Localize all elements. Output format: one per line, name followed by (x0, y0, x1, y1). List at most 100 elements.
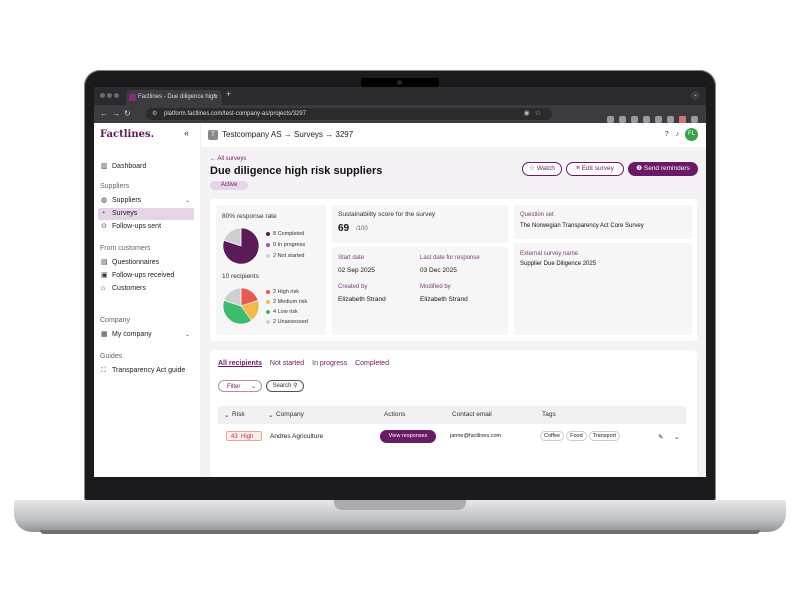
external-name-value: Supplier Due Diligence 2025 (520, 261, 597, 267)
sidebar-item-label: My company (112, 331, 152, 338)
url-text: platform.factlines.com/test-company-as/p… (164, 111, 307, 117)
sidebar-item-suppliers[interactable]: ◍ Suppliers ⌄ (98, 195, 194, 207)
sidebar-item-my-company[interactable]: ▦ My company ⌄ (98, 329, 194, 341)
bookmark-star-icon[interactable]: ◉☆ (524, 108, 546, 120)
tab-in-progress[interactable]: In progress (312, 360, 347, 367)
tag: Coffee (540, 431, 565, 441)
sidebar-group-guides: Guides (100, 353, 123, 360)
inbox-icon: ▣ (101, 272, 108, 279)
response-rate-label: 80% response rate (222, 213, 277, 220)
chevron-down-icon[interactable]: ⌄ (691, 91, 700, 100)
sidebar-item-label: Suppliers (112, 197, 142, 204)
view-responses-button[interactable]: View responses (380, 430, 436, 443)
site-info-icon[interactable]: ⚙ (152, 108, 157, 120)
sort-icon[interactable]: ⌄ (268, 411, 273, 419)
logo[interactable]: Factlines. (100, 129, 154, 140)
score-value: 69 (338, 223, 350, 234)
recipients-card: All recipients Not started In progress C… (210, 350, 697, 477)
question-set-panel: Question set The Norwegian Transparency … (514, 205, 692, 239)
close-icon[interactable]: × (214, 90, 218, 105)
risk-pie-chart (222, 287, 260, 325)
address-bar[interactable]: ⚙ platform.factlines.com/test-company-as… (146, 108, 552, 120)
search-button[interactable]: Search ⚲ (266, 380, 304, 392)
sidebar-item-label: Surveys (112, 210, 138, 217)
tab-all-recipients[interactable]: All recipients (218, 360, 262, 367)
start-date-label: Start date (338, 255, 365, 261)
extension-icon[interactable] (631, 116, 638, 123)
send-reminders-button[interactable]: ❷ Send reminders (628, 162, 698, 176)
risk-score: 43 (231, 434, 238, 440)
created-by-label: Created by (338, 284, 368, 290)
status-badge: Active (210, 181, 248, 190)
sidebar-item-customers[interactable]: ⌂ Customers (98, 283, 194, 295)
sidebar-item-questionnaires[interactable]: ▤ Questionnaires (98, 257, 194, 269)
sort-icon[interactable]: ⌄ (224, 411, 229, 419)
extension-icon[interactable] (643, 116, 650, 123)
window-min-dot[interactable] (107, 93, 112, 98)
profile-avatar-icon[interactable] (679, 116, 686, 123)
extension-icon[interactable] (619, 116, 626, 123)
legend-label: 2 Medium risk (273, 299, 308, 305)
recipient-tabs: All recipients Not started In progress C… (218, 360, 395, 367)
extension-icon[interactable] (667, 116, 674, 123)
header-risk[interactable]: Risk (232, 411, 245, 418)
header-company[interactable]: Company (276, 411, 304, 418)
company-badge: T (208, 130, 218, 140)
topbar-actions: ? ♪ FL (660, 128, 698, 141)
response-pie-chart (222, 227, 260, 265)
sidebar-item-surveys[interactable]: ◔ Surveys (98, 208, 194, 220)
legend-swatch (266, 299, 270, 304)
tab-not-started[interactable]: Not started (270, 360, 304, 367)
chevron-down-icon[interactable]: ⌄ (674, 433, 679, 441)
dates-panel: Start date 02 Sep 2025 Last date for res… (332, 247, 508, 335)
laptop-base-notch (334, 500, 466, 510)
sidebar-item-label: Transparency Act guide (112, 367, 186, 374)
help-icon[interactable]: ? (665, 131, 669, 138)
tab-completed[interactable]: Completed (355, 360, 389, 367)
chevron-down-icon: ⌄ (250, 384, 256, 390)
edit-survey-button[interactable]: ≡ Edit survey (566, 162, 624, 176)
breadcrumb[interactable]: Testcompany AS → Surveys → 3297 (222, 130, 353, 139)
start-date-value: 02 Sep 2025 (338, 267, 375, 274)
legend-label: 8 Completed (273, 231, 305, 237)
dashboard-icon: ▥ (101, 163, 108, 170)
score-panel: Sustainability score for the survey 69 /… (332, 205, 508, 243)
window-max-dot[interactable] (114, 93, 119, 98)
extension-icon[interactable] (607, 116, 614, 123)
back-link[interactable]: ← All surveys (210, 156, 246, 162)
filter-dropdown[interactable]: Filter ⌄ (218, 380, 262, 392)
nav-buttons[interactable]: ←→↻ (100, 109, 135, 118)
collapse-sidebar-icon[interactable]: « (184, 128, 189, 138)
sidebar-item-transparency-guide[interactable]: ⛶ Transparency Act guide (98, 365, 194, 377)
edit-icon[interactable]: ✎ (658, 433, 663, 441)
recipients-label: 10 recipients (222, 273, 259, 280)
extension-icon[interactable] (655, 116, 662, 123)
question-set-value: The Norwegian Transparency Act Core Surv… (520, 223, 644, 229)
avatar[interactable]: FL (685, 128, 698, 141)
browser-tab[interactable]: Factlines - Due diligence high × (126, 90, 222, 105)
table-row: 43 High Andres Agriculture View response… (218, 426, 686, 448)
legend-swatch (266, 309, 270, 314)
favicon-icon (129, 94, 136, 101)
sidebar-item-followups-sent[interactable]: ⊙ Follow-ups sent (98, 221, 194, 233)
survey-summary-card: 80% response rate 8 Completed 0 In progr… (210, 199, 697, 341)
legend-unassessed: 2 Unassessed (266, 319, 308, 325)
sidebar-item-followups-received[interactable]: ▣ Follow-ups received (98, 270, 194, 282)
menu-icon[interactable] (691, 116, 698, 123)
main-content: ← All surveys Due diligence high risk su… (200, 147, 706, 477)
modified-by-value: Elizabeth Strand (420, 296, 468, 303)
legend-swatch (266, 319, 270, 324)
camera-icon (397, 80, 402, 85)
score-label: Sustainability score for the survey (338, 211, 436, 218)
window-close-dot[interactable] (100, 93, 105, 98)
search-icon: ⚲ (293, 383, 298, 389)
sidebar-item-dashboard[interactable]: ▥ Dashboard (98, 161, 194, 173)
watch-button[interactable]: ☆ Watch (522, 162, 562, 176)
new-tab-icon[interactable]: + (226, 89, 231, 99)
bell-icon[interactable]: ♪ (676, 131, 680, 138)
sidebar-item-label: Customers (112, 285, 146, 292)
screen: Factlines - Due diligence high × + ⌄ ←→↻… (94, 87, 706, 477)
legend-swatch (266, 253, 270, 258)
filter-label: Filter (227, 384, 241, 390)
table-header: ⌄ Risk ⌄ Company Actions Contact email T… (218, 406, 686, 424)
